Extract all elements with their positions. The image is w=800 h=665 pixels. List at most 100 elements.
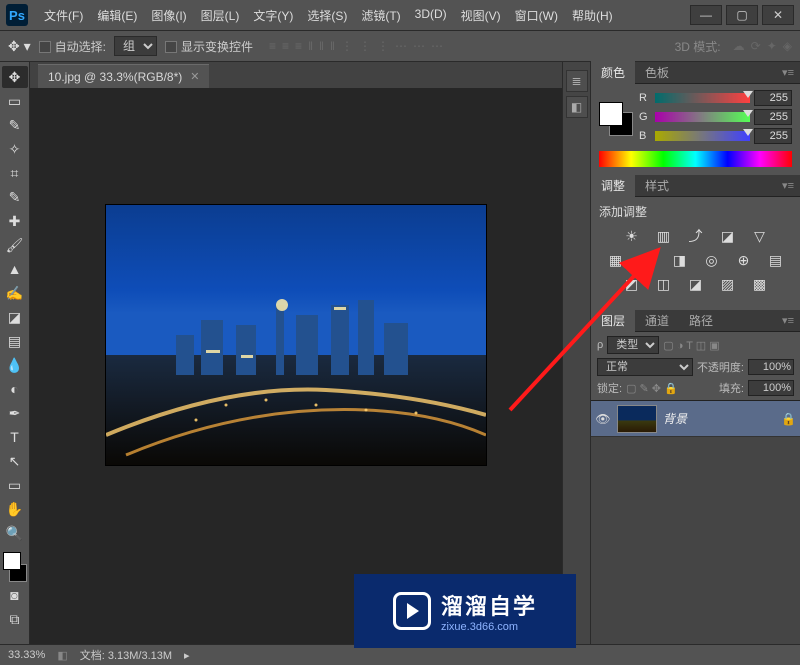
- tab-paths[interactable]: 路径: [679, 309, 723, 332]
- tab-layers[interactable]: 图层: [591, 309, 635, 332]
- tool-blur[interactable]: 💧: [2, 354, 28, 376]
- distribute-icon[interactable]: ⋮: [359, 39, 371, 53]
- tool-brush[interactable]: 🖌: [2, 234, 28, 256]
- tool-lasso[interactable]: ✎: [2, 114, 28, 136]
- tab-adjust[interactable]: 调整: [591, 174, 635, 197]
- tab-swatches[interactable]: 色板: [635, 61, 679, 84]
- adj-photo-filter-icon[interactable]: ◎: [702, 252, 722, 268]
- screen-mode[interactable]: ⧉: [2, 608, 28, 630]
- align-icon[interactable]: ≡: [282, 39, 289, 53]
- tool-gradient[interactable]: ▤: [2, 330, 28, 352]
- adj-threshold-icon[interactable]: ◪: [686, 276, 706, 292]
- menu-image[interactable]: 图像(I): [145, 3, 192, 28]
- zoom-level[interactable]: 33.33%: [8, 649, 45, 661]
- adj-selective-icon[interactable]: ▩: [750, 276, 770, 292]
- 3d-icon[interactable]: ✦: [767, 39, 777, 53]
- show-transform-checkbox[interactable]: 显示变换控件: [165, 38, 253, 55]
- tool-pen[interactable]: ✒: [2, 402, 28, 424]
- adj-posterize-icon[interactable]: ◫: [654, 276, 674, 292]
- properties-panel-icon[interactable]: ◧: [566, 96, 588, 118]
- distribute-icon[interactable]: ⋯: [431, 39, 443, 53]
- lock-icon[interactable]: 🔒: [781, 412, 796, 426]
- align-icon[interactable]: ‖: [319, 39, 324, 53]
- adj-bw-icon[interactable]: ◨: [670, 252, 690, 268]
- move-tool-icon[interactable]: ✥ ▾: [8, 38, 31, 55]
- panel-menu-icon[interactable]: ▾≡: [776, 314, 800, 327]
- menu-help[interactable]: 帮助(H): [566, 3, 619, 28]
- layer-kind-filter[interactable]: 类型: [607, 336, 659, 354]
- adj-lut-icon[interactable]: ▤: [766, 252, 786, 268]
- document-image[interactable]: [106, 205, 486, 465]
- adj-hue-icon[interactable]: ▦: [606, 252, 626, 268]
- document-tab[interactable]: 10.jpg @ 33.3%(RGB/8*) ✕: [38, 64, 209, 88]
- menu-filter[interactable]: 滤镜(T): [355, 3, 406, 28]
- align-icon[interactable]: ≡: [269, 39, 276, 53]
- tool-heal[interactable]: ✚: [2, 210, 28, 232]
- tab-channels[interactable]: 通道: [635, 309, 679, 332]
- tool-move[interactable]: ✥: [2, 66, 28, 88]
- distribute-icon[interactable]: ⋮: [341, 39, 353, 53]
- align-icon[interactable]: ‖: [308, 39, 313, 53]
- menu-file[interactable]: 文件(F): [38, 3, 89, 28]
- history-panel-icon[interactable]: ≣: [566, 70, 588, 92]
- opacity-value[interactable]: [748, 359, 794, 375]
- minimize-button[interactable]: —: [690, 5, 722, 25]
- adj-balance-icon[interactable]: ◧: [638, 252, 658, 268]
- tab-color[interactable]: 颜色: [591, 61, 635, 84]
- color-spectrum[interactable]: [599, 151, 792, 167]
- distribute-icon[interactable]: ⋯: [395, 39, 407, 53]
- close-button[interactable]: ✕: [762, 5, 794, 25]
- menu-window[interactable]: 窗口(W): [509, 3, 564, 28]
- canvas-area[interactable]: 溜溜自学 zixue.3d66.com: [30, 88, 562, 644]
- tool-marquee[interactable]: ▭: [2, 90, 28, 112]
- color-swatches[interactable]: [2, 552, 28, 582]
- tool-path[interactable]: ↖: [2, 450, 28, 472]
- 3d-icon[interactable]: ◈: [783, 39, 792, 53]
- tool-crop[interactable]: ⌗: [2, 162, 28, 184]
- panel-menu-icon[interactable]: ▾≡: [776, 179, 800, 192]
- auto-select-checkbox[interactable]: 自动选择:: [39, 38, 106, 55]
- tool-type[interactable]: T: [2, 426, 28, 448]
- adj-levels-icon[interactable]: ▥: [654, 228, 674, 244]
- g-value[interactable]: [754, 109, 792, 125]
- adj-curves-icon[interactable]: ⤴: [686, 228, 706, 244]
- tool-wand[interactable]: ✧: [2, 138, 28, 160]
- adj-invert-icon[interactable]: ◩: [622, 276, 642, 292]
- distribute-icon[interactable]: ⋯: [413, 39, 425, 53]
- menu-view[interactable]: 视图(V): [455, 3, 507, 28]
- adj-vibrance-icon[interactable]: ▽: [750, 228, 770, 244]
- menu-edit[interactable]: 编辑(E): [91, 3, 143, 28]
- align-icon[interactable]: ≡: [295, 39, 302, 53]
- adj-mixer-icon[interactable]: ⊕: [734, 252, 754, 268]
- fill-value[interactable]: [748, 380, 794, 396]
- menu-select[interactable]: 选择(S): [301, 3, 353, 28]
- r-value[interactable]: [754, 90, 792, 106]
- menu-layer[interactable]: 图层(L): [195, 3, 246, 28]
- tool-history[interactable]: ✍: [2, 282, 28, 304]
- adj-gradient-icon[interactable]: ▨: [718, 276, 738, 292]
- color-panel-swatches[interactable]: [599, 102, 633, 136]
- layer-name[interactable]: 背景: [663, 410, 687, 427]
- tab-styles[interactable]: 样式: [635, 174, 679, 197]
- 3d-icon[interactable]: ⟳: [751, 39, 761, 53]
- tool-dodge[interactable]: ◐: [2, 378, 28, 400]
- quick-mask[interactable]: ◙: [2, 584, 28, 606]
- adj-exposure-icon[interactable]: ◪: [718, 228, 738, 244]
- tool-eyedrop[interactable]: ✎: [2, 186, 28, 208]
- doc-size[interactable]: 文档: 3.13M/3.13M: [80, 647, 172, 663]
- menu-3d[interactable]: 3D(D): [409, 3, 453, 28]
- close-tab-icon[interactable]: ✕: [190, 70, 199, 83]
- visibility-icon[interactable]: 👁: [595, 412, 611, 426]
- adj-brightness-icon[interactable]: ☀: [622, 228, 642, 244]
- menu-type[interactable]: 文字(Y): [247, 3, 299, 28]
- tool-stamp[interactable]: ▲: [2, 258, 28, 280]
- tool-zoom[interactable]: 🔍: [2, 522, 28, 544]
- tool-eraser[interactable]: ◪: [2, 306, 28, 328]
- fg-swatch[interactable]: [3, 552, 21, 570]
- r-slider[interactable]: [655, 93, 750, 103]
- maximize-button[interactable]: ▢: [726, 5, 758, 25]
- panel-menu-icon[interactable]: ▾≡: [776, 66, 800, 79]
- distribute-icon[interactable]: ⋮: [377, 39, 389, 53]
- 3d-icon[interactable]: ☁: [733, 39, 745, 53]
- blend-mode[interactable]: 正常: [597, 358, 693, 376]
